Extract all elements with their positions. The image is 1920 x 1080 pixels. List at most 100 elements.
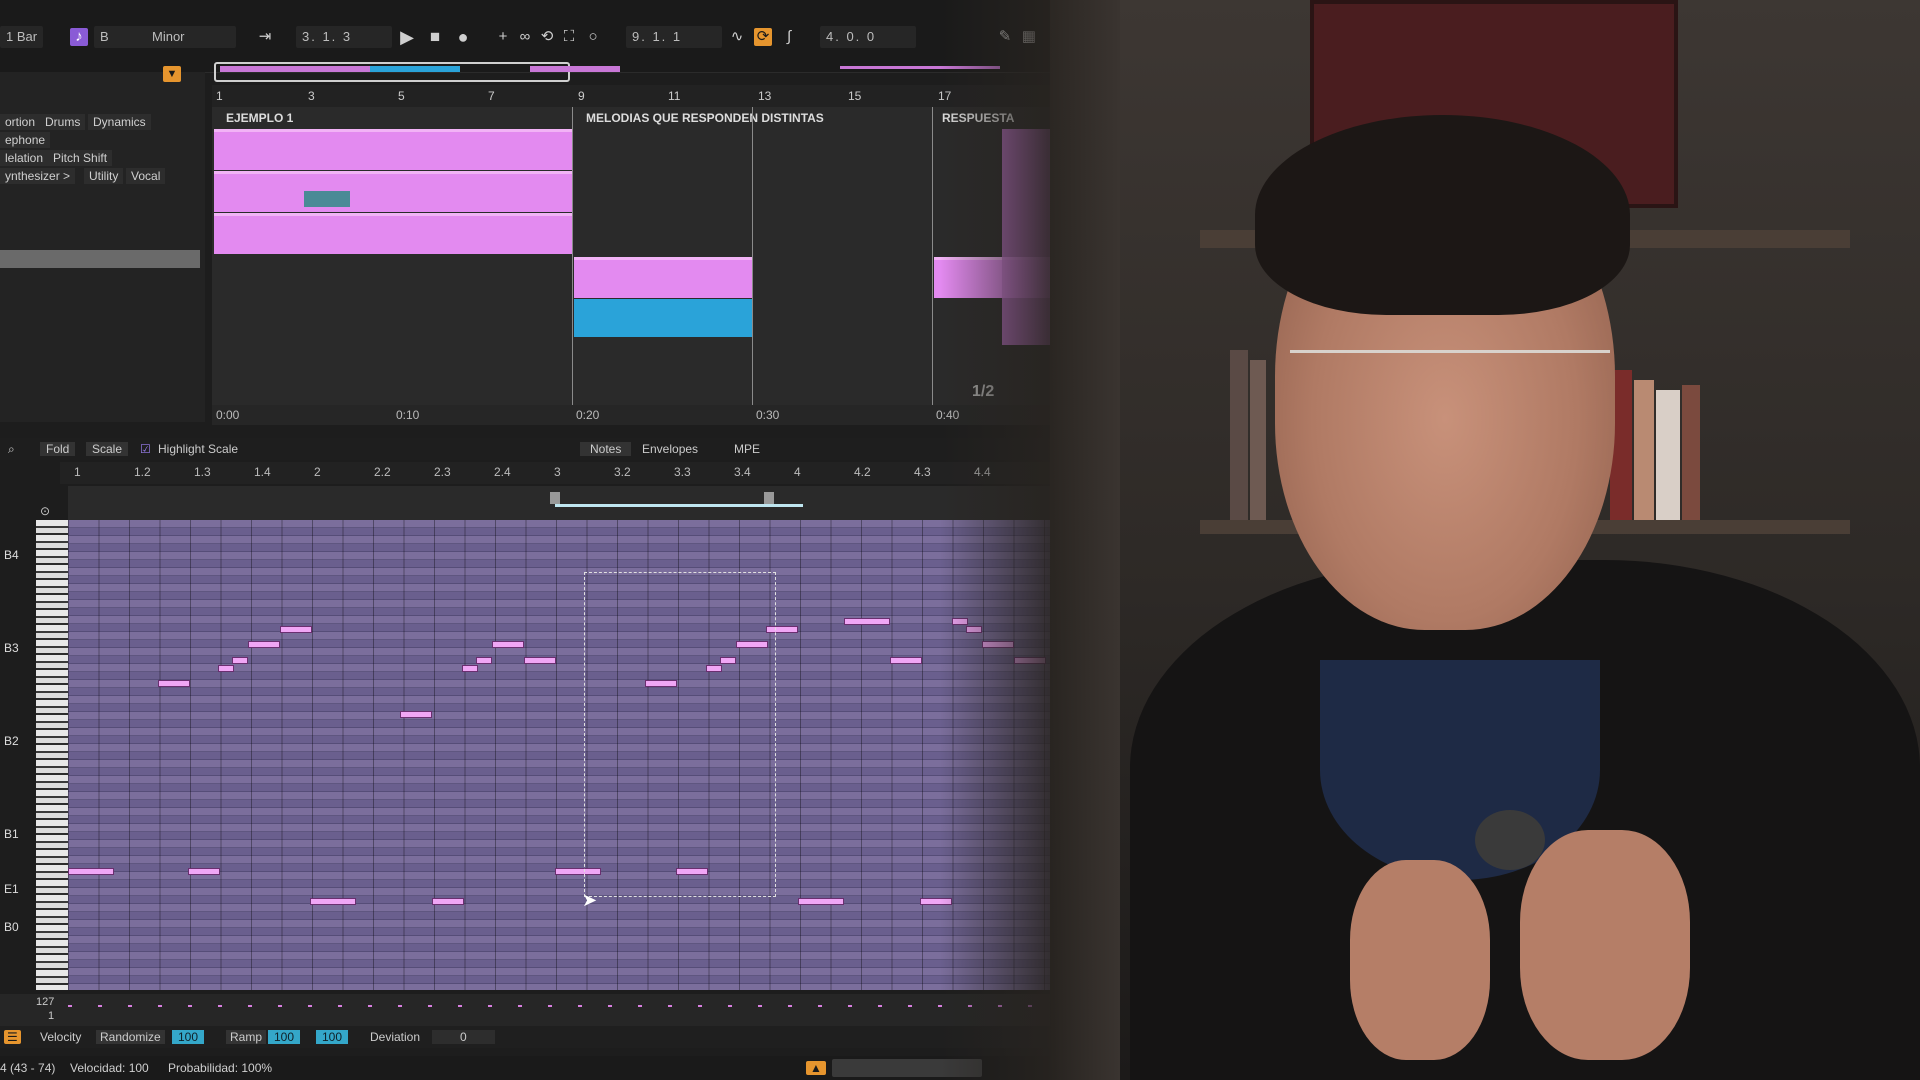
cpu-meter[interactable]	[832, 1059, 982, 1077]
midi-note[interactable]	[400, 711, 432, 718]
beat-tick: 3	[554, 465, 561, 479]
device-tag[interactable]: ortion	[0, 114, 41, 130]
midi-note[interactable]	[982, 641, 1014, 648]
midi-note[interactable]	[920, 898, 952, 905]
scale-root-select[interactable]: B	[94, 26, 150, 48]
browser-search-field[interactable]	[0, 250, 200, 268]
quantize-select[interactable]: 1 Bar	[0, 26, 44, 48]
loop-length-display[interactable]: 4. 0. 0	[820, 26, 916, 48]
midi-note[interactable]	[68, 868, 114, 875]
tab-notes[interactable]: Notes	[580, 442, 632, 456]
warning-icon[interactable]: ▲	[806, 1061, 826, 1075]
midi-clip[interactable]	[214, 213, 572, 254]
loop-end-marker[interactable]	[764, 492, 774, 504]
midi-note[interactable]	[492, 641, 524, 648]
overview-viewport[interactable]	[214, 62, 570, 82]
loop-brace[interactable]	[555, 504, 803, 507]
highlight-scale-checkbox-icon[interactable]: ☑	[140, 442, 151, 456]
tab-envelopes[interactable]: Envelopes	[642, 442, 698, 456]
device-tag[interactable]: ynthesizer >	[0, 168, 76, 184]
midi-note[interactable]	[476, 657, 492, 664]
midi-note[interactable]	[966, 626, 982, 633]
drum-clip[interactable]	[574, 299, 752, 337]
midi-note[interactable]	[798, 898, 844, 905]
automation-icon[interactable]: ∞	[516, 28, 534, 46]
status-range: 4 (43 - 74)	[0, 1061, 56, 1075]
fold-button[interactable]: Fold	[40, 442, 76, 456]
loop-start-marker[interactable]	[550, 492, 560, 504]
keyboard-icon[interactable]: ▦	[1020, 28, 1038, 46]
loop-brace-lane[interactable]	[68, 486, 1050, 520]
midi-clip[interactable]	[574, 257, 752, 298]
lane-menu-icon[interactable]: ☰	[4, 1030, 21, 1044]
midi-note[interactable]	[158, 680, 190, 687]
ramp-end-value[interactable]: 100	[316, 1030, 349, 1044]
tab-mpe[interactable]: MPE	[734, 442, 760, 456]
punch-out-icon[interactable]: ∫	[780, 28, 798, 46]
midi-clip[interactable]	[214, 171, 572, 212]
midi-clip-selection[interactable]	[304, 191, 350, 207]
midi-note[interactable]	[188, 868, 220, 875]
midi-clip[interactable]	[214, 129, 572, 170]
midi-note[interactable]	[1014, 657, 1046, 664]
midi-note[interactable]	[310, 898, 356, 905]
midi-note[interactable]	[248, 641, 280, 648]
midi-note[interactable]	[890, 657, 922, 664]
status-bar: 4 (43 - 74) Velocidad: 100 Probabilidad:…	[0, 1056, 1050, 1080]
device-tag[interactable]: lelation	[0, 150, 49, 166]
bar-tick: 15	[848, 89, 862, 103]
play-icon[interactable]: ▶	[398, 28, 416, 46]
piano-keyboard[interactable]	[36, 520, 68, 990]
section-locator[interactable]: MELODIAS QUE RESPONDEN DISTINTAS	[586, 111, 824, 125]
arrangement-overview[interactable]	[210, 60, 1050, 82]
overdub-icon[interactable]: ○	[584, 28, 602, 46]
loop-icon[interactable]: ⟳	[754, 28, 772, 46]
deviation-value[interactable]: 0	[432, 1030, 495, 1044]
midi-note[interactable]	[280, 626, 312, 633]
scale-mode-select[interactable]: Minor	[146, 26, 236, 48]
time-ruler[interactable]: 0:00 0:10 0:20 0:30 0:40	[212, 405, 1050, 425]
ramp-button[interactable]: Ramp	[226, 1030, 267, 1044]
midi-note[interactable]	[844, 618, 890, 625]
midi-note[interactable]	[462, 665, 478, 672]
scale-button[interactable]: Scale	[86, 442, 129, 456]
device-tag[interactable]: Pitch Shift	[48, 150, 113, 166]
punch-in-icon[interactable]: ∿	[728, 28, 746, 46]
randomize-value[interactable]: 100	[172, 1030, 205, 1044]
fold-toggle-icon[interactable]: ⊙	[40, 504, 50, 518]
browser-filter-icon[interactable]: ▼	[163, 66, 181, 82]
bar-ruler[interactable]: 1 3 5 7 9 11 13 15 17	[212, 85, 1050, 107]
add-icon[interactable]: +	[494, 28, 512, 46]
device-tag[interactable]: Drums	[40, 114, 86, 130]
bar-tick: 3	[308, 89, 315, 103]
loop-start-display[interactable]: 9. 1. 1	[626, 26, 722, 48]
midi-note[interactable]	[952, 618, 968, 625]
velocity-min-label: 1	[48, 1010, 55, 1022]
record-icon[interactable]: ●	[454, 28, 472, 46]
search-icon[interactable]: ⌕	[8, 442, 15, 457]
stop-icon[interactable]: ■	[426, 28, 444, 46]
beat-tick: 4.3	[914, 465, 931, 479]
ramp-start-value[interactable]: 100	[268, 1030, 301, 1044]
draw-mode-icon[interactable]: ✎	[996, 28, 1014, 46]
randomize-button[interactable]: Randomize	[96, 1030, 165, 1044]
section-locator[interactable]: EJEMPLO 1	[226, 111, 293, 125]
midi-note[interactable]	[218, 665, 234, 672]
midi-note[interactable]	[432, 898, 464, 905]
note-grid[interactable]	[68, 520, 1050, 990]
position-display[interactable]: 3. 1. 3	[296, 26, 392, 48]
device-tag[interactable]: ephone	[0, 132, 51, 148]
track-headers-strip[interactable]	[1002, 129, 1050, 345]
velocity-lane[interactable]: 127 1	[0, 994, 1050, 1026]
session-record-icon[interactable]: ⛶	[560, 28, 578, 46]
scale-icon[interactable]: ♪	[70, 28, 88, 46]
device-tag[interactable]: Vocal	[126, 168, 166, 184]
capture-icon[interactable]: ⟲	[538, 28, 556, 46]
beat-ruler[interactable]: 1 1.2 1.3 1.4 2 2.2 2.3 2.4 3 3.2 3.3 3.…	[60, 462, 1050, 484]
device-tag[interactable]: Utility	[84, 168, 124, 184]
midi-note[interactable]	[524, 657, 556, 664]
midi-note[interactable]	[232, 657, 248, 664]
section-locator[interactable]: RESPUESTA	[942, 111, 1014, 125]
device-tag[interactable]: Dynamics	[88, 114, 151, 130]
follow-icon[interactable]: ⇥	[256, 28, 274, 46]
